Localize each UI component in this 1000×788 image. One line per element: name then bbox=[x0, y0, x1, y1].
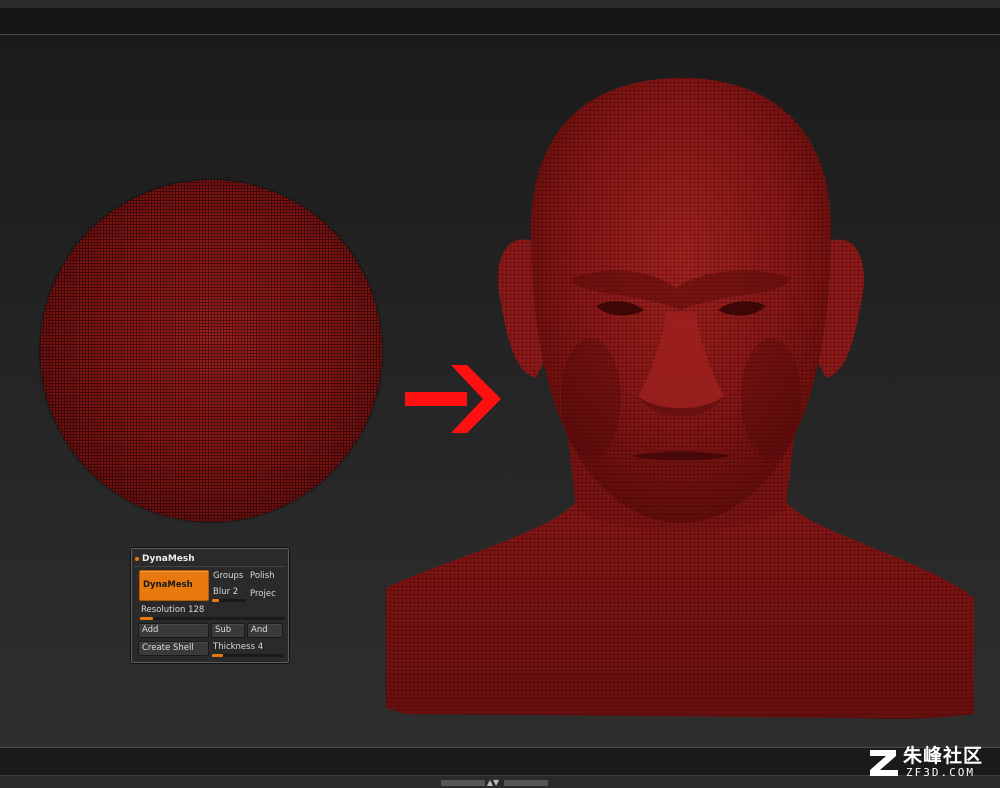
panel-divider bbox=[134, 566, 285, 567]
collapse-arrows-icon[interactable]: ▲▼ bbox=[482, 777, 504, 788]
bottom-shelf bbox=[0, 747, 1000, 776]
blur-slider-fill bbox=[212, 599, 219, 602]
sculpted-head-mesh[interactable] bbox=[386, 78, 976, 720]
watermark: 朱峰社区 ZF3D.COM bbox=[866, 744, 996, 784]
zbrush-window: DynaMesh DynaMesh Groups Polish Blur 2 P… bbox=[0, 0, 1000, 788]
dynamesh-button[interactable]: DynaMesh bbox=[139, 570, 209, 601]
panel-title[interactable]: DynaMesh bbox=[135, 553, 195, 565]
resolution-slider-fill bbox=[140, 617, 154, 620]
add-button[interactable]: Add bbox=[138, 623, 209, 638]
groups-toggle[interactable]: Groups bbox=[213, 571, 243, 582]
watermark-title: 朱峰社区 bbox=[903, 745, 984, 767]
dynamesh-sphere[interactable] bbox=[40, 180, 382, 522]
blur-slider[interactable] bbox=[212, 599, 246, 602]
project-toggle[interactable]: Projec bbox=[250, 589, 276, 600]
zf3d-logo-icon bbox=[870, 750, 898, 776]
blur-slider-label: Blur 2 bbox=[213, 587, 239, 597]
tray-handle-left[interactable] bbox=[441, 780, 485, 786]
thickness-slider-fill bbox=[212, 654, 223, 657]
resolution-slider[interactable] bbox=[140, 617, 285, 620]
polish-toggle[interactable]: Polish bbox=[250, 571, 275, 582]
watermark-subtitle: ZF3D.COM bbox=[906, 766, 975, 779]
panel-bullet-icon bbox=[135, 556, 139, 561]
create-shell-button[interactable]: Create Shell bbox=[138, 641, 209, 656]
and-button[interactable]: And bbox=[247, 623, 283, 638]
thickness-slider-label: Thickness 4 bbox=[213, 642, 264, 652]
thickness-slider[interactable] bbox=[212, 654, 284, 657]
top-shelf bbox=[0, 8, 1000, 35]
tray-handle-right[interactable] bbox=[504, 780, 548, 786]
sub-button[interactable]: Sub bbox=[211, 623, 245, 638]
dynamesh-panel: DynaMesh DynaMesh Groups Polish Blur 2 P… bbox=[131, 548, 289, 663]
resolution-slider-label: Resolution 128 bbox=[141, 605, 205, 615]
